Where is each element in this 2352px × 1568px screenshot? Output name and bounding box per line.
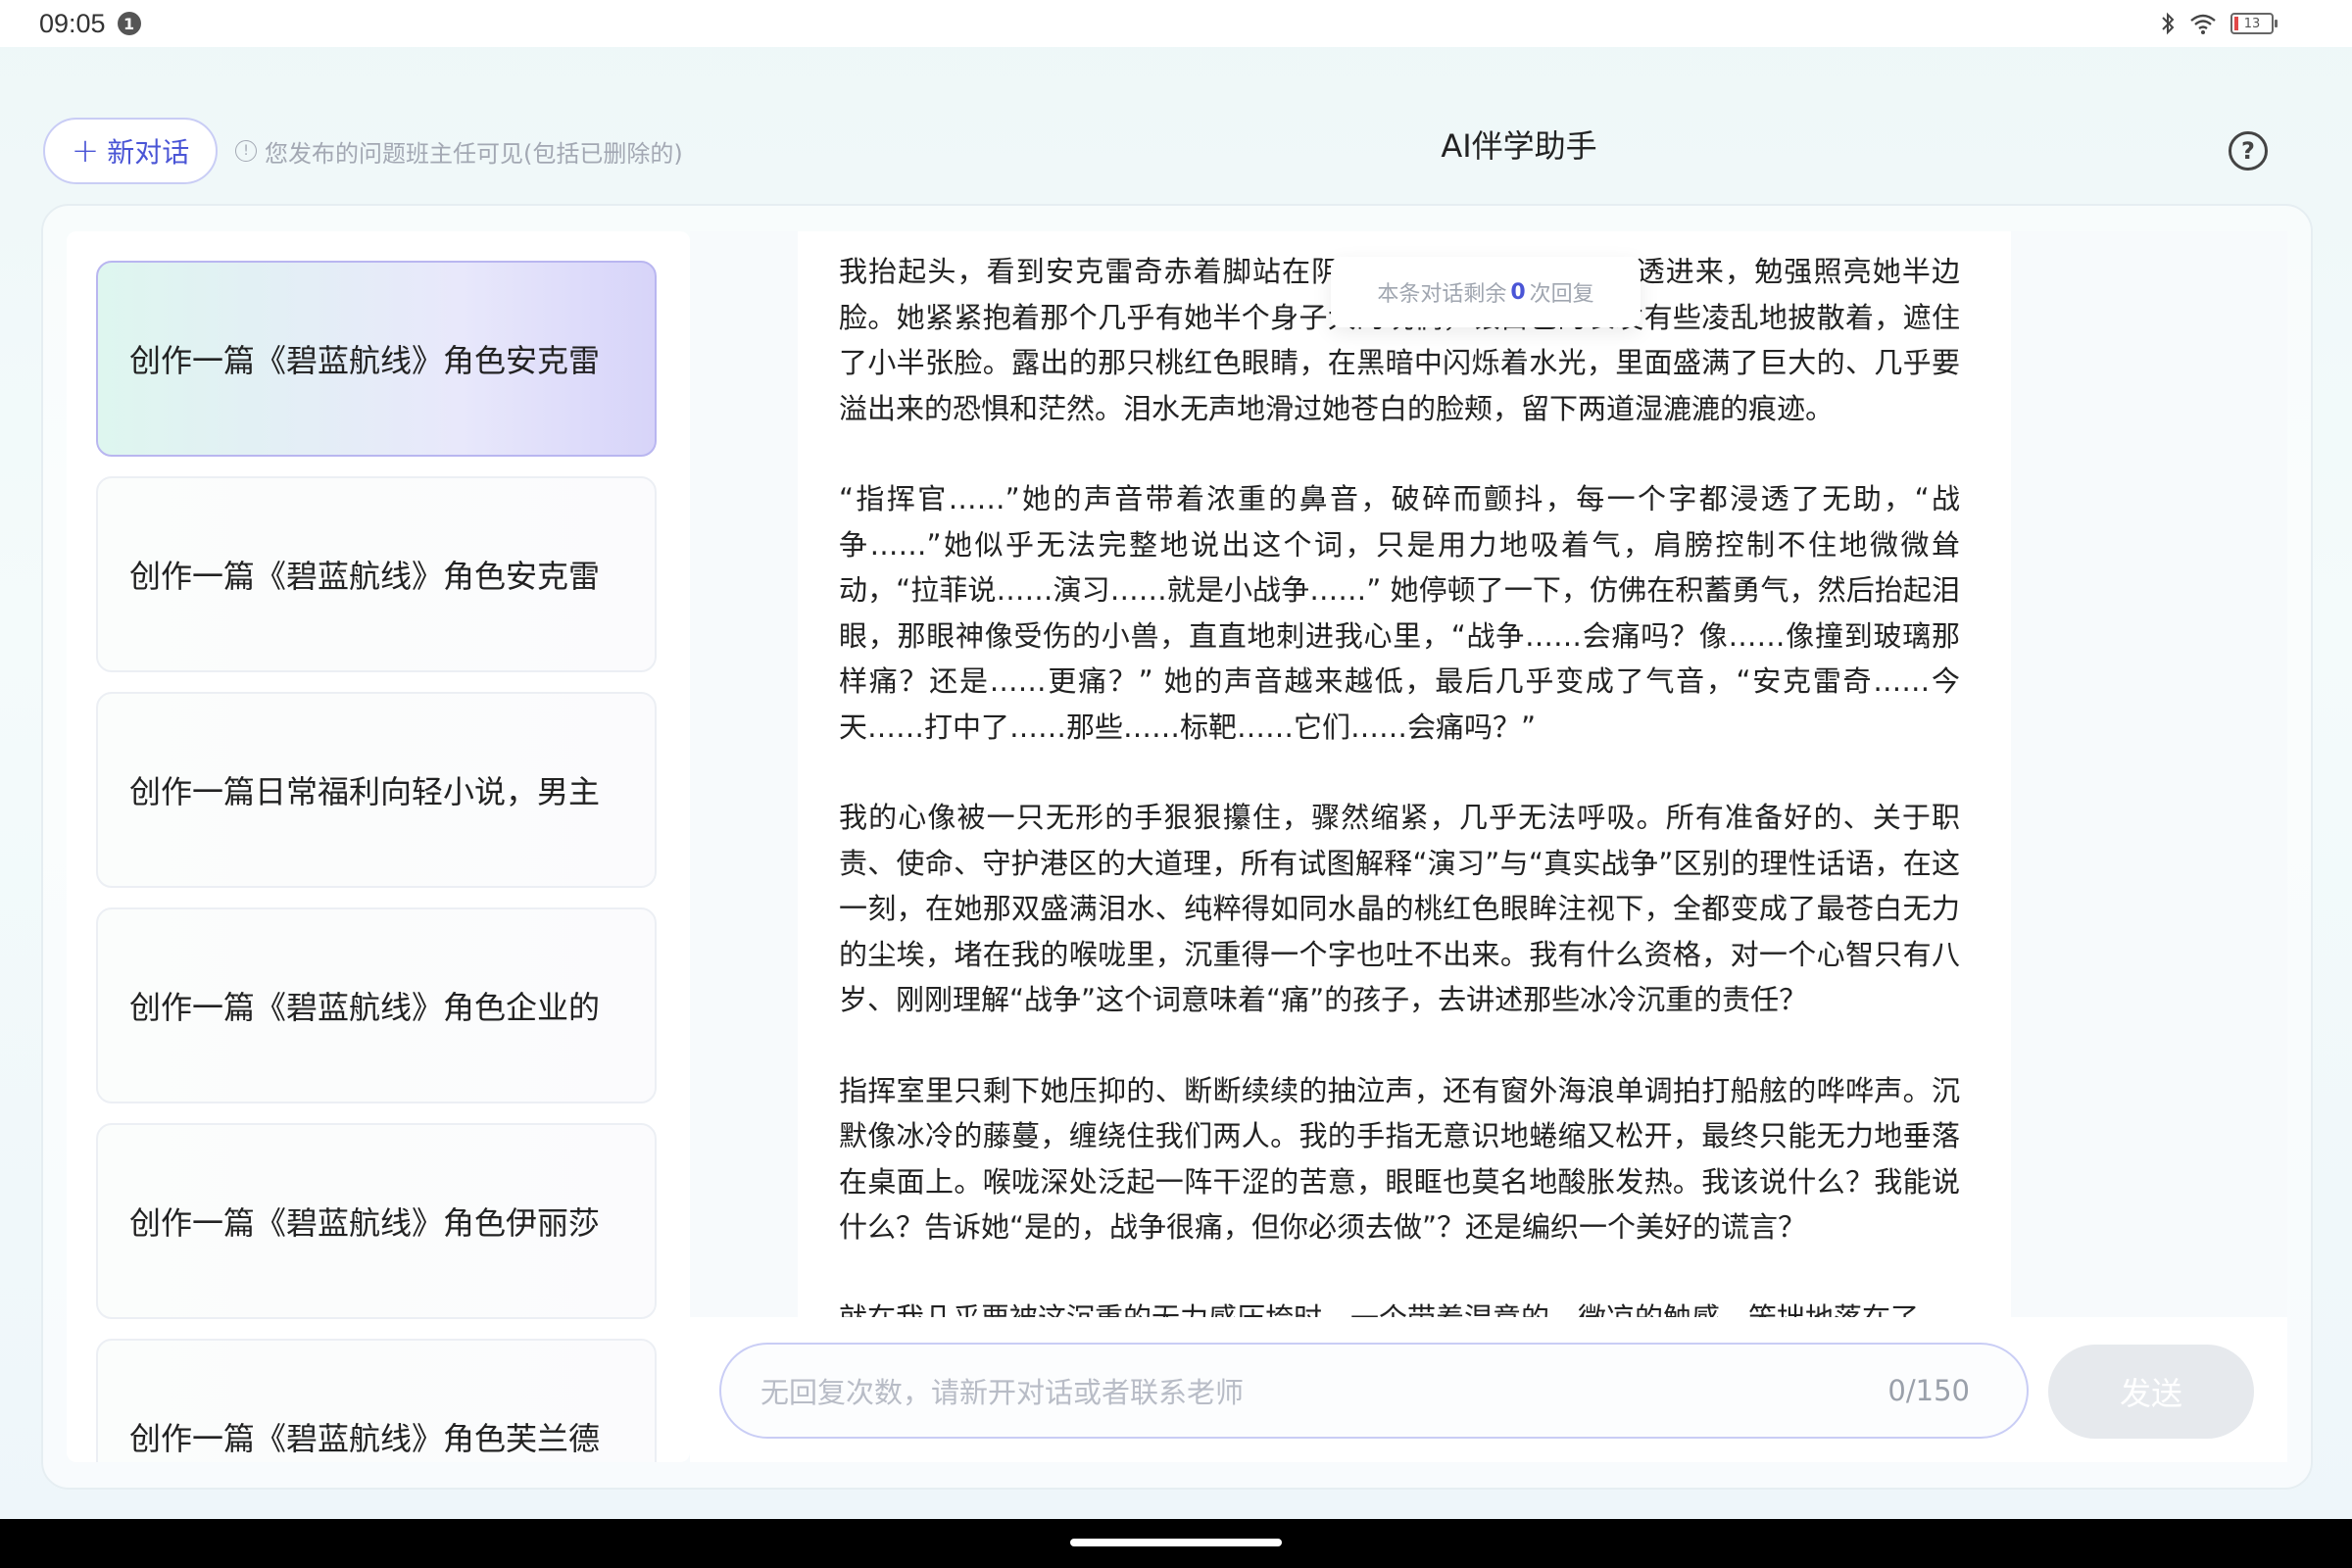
visibility-notice-text: 您发布的问题班主任可见(包括已删除的) [265, 139, 683, 168]
wifi-icon [2190, 14, 2216, 34]
remaining-prefix: 本条对话剩余 [1377, 282, 1507, 307]
visibility-notice: ! 您发布的问题班主任可见(包括已删除的) [235, 131, 683, 171]
conversation-label: 创作一篇《碧蓝航线》角色安克雷 [129, 342, 601, 379]
conversation-item-6[interactable]: 创作一篇《碧蓝航线》角色芙兰德 [96, 1339, 657, 1462]
message-paragraph: 就在我几乎要被这沉重的无力感压垮时，一个带着湿意的、微凉的触感，笨拙地落在了 [839, 1296, 1960, 1318]
send-button[interactable]: 发送 [2048, 1345, 2254, 1439]
new-chat-label: 新对话 [107, 136, 190, 169]
conversation-item-4[interactable]: 创作一篇《碧蓝航线》角色企业的 [96, 907, 657, 1103]
battery-level: 13 [2243, 16, 2261, 31]
status-time: 09:05 [39, 8, 106, 38]
status-right: 13 [2160, 12, 2278, 35]
remaining-replies-popup: 本条对话剩余 0 次回复 [1331, 257, 1641, 327]
conversation-label: 创作一篇《碧蓝航线》角色伊丽莎 [129, 1204, 601, 1242]
char-count: 0/150 [1887, 1374, 1970, 1407]
status-left: 09:05 1 [39, 9, 141, 39]
conversation-label: 创作一篇日常福利向轻小说，男主 [129, 773, 601, 810]
help-icon[interactable]: ? [2229, 131, 2268, 171]
message-input[interactable]: 无回复次数，请新开对话或者联系老师 0/150 [719, 1343, 2029, 1439]
plus-icon: + [71, 131, 100, 171]
bluetooth-icon [2162, 12, 2175, 35]
remaining-suffix: 次回复 [1529, 282, 1594, 307]
new-chat-button[interactable]: + 新对话 [43, 118, 218, 184]
page-title: AI伴学助手 [1441, 127, 1597, 165]
input-placeholder: 无回复次数，请新开对话或者联系老师 [760, 1376, 1245, 1409]
conversation-item-3[interactable]: 创作一篇日常福利向轻小说，男主 [96, 692, 657, 888]
battery-icon: 13 [2230, 13, 2278, 34]
conversation-label: 创作一篇《碧蓝航线》角色安克雷 [129, 558, 601, 595]
conversation-item-1[interactable]: 创作一篇《碧蓝航线》角色安克雷 [96, 261, 657, 457]
message-paragraph: 指挥室里只剩下她压抑的、断断续续的抽泣声，还有窗外海浪单调拍打船舷的哗哗声。沉默… [839, 1073, 1960, 1245]
message-panel[interactable]: 我抬起头，看到安克雷奇赤着脚站在阴影里，月光从舷窗斜斜透进来，勉强照亮她半边脸。… [798, 231, 2011, 1317]
status-bar: 09:05 1 13 [0, 0, 2352, 47]
conversation-sidebar[interactable]: 创作一篇《碧蓝航线》角色安克雷 创作一篇《碧蓝航线》角色安克雷 创作一篇日常福利… [67, 231, 690, 1462]
message-paragraph: 我的心像被一只无形的手狠狠攥住，骤然缩紧，几乎无法呼吸。所有准备好的、关于职责、… [839, 801, 1960, 1016]
message-paragraph: “指挥官……”她的声音带着浓重的鼻音，破碎而颤抖，每一个字都浸透了无助，“战争…… [839, 482, 1960, 744]
notification-badge-icon: 1 [117, 12, 141, 35]
conversation-item-2[interactable]: 创作一篇《碧蓝航线》角色安克雷 [96, 476, 657, 672]
conversation-label: 创作一篇《碧蓝航线》角色企业的 [129, 989, 601, 1026]
home-indicator[interactable] [1070, 1539, 1282, 1546]
conversation-label: 创作一篇《碧蓝航线》角色芙兰德 [129, 1420, 601, 1457]
conversation-item-5[interactable]: 创作一篇《碧蓝航线》角色伊丽莎 [96, 1123, 657, 1319]
remaining-count: 0 [1510, 279, 1526, 305]
info-icon: ! [235, 140, 257, 162]
